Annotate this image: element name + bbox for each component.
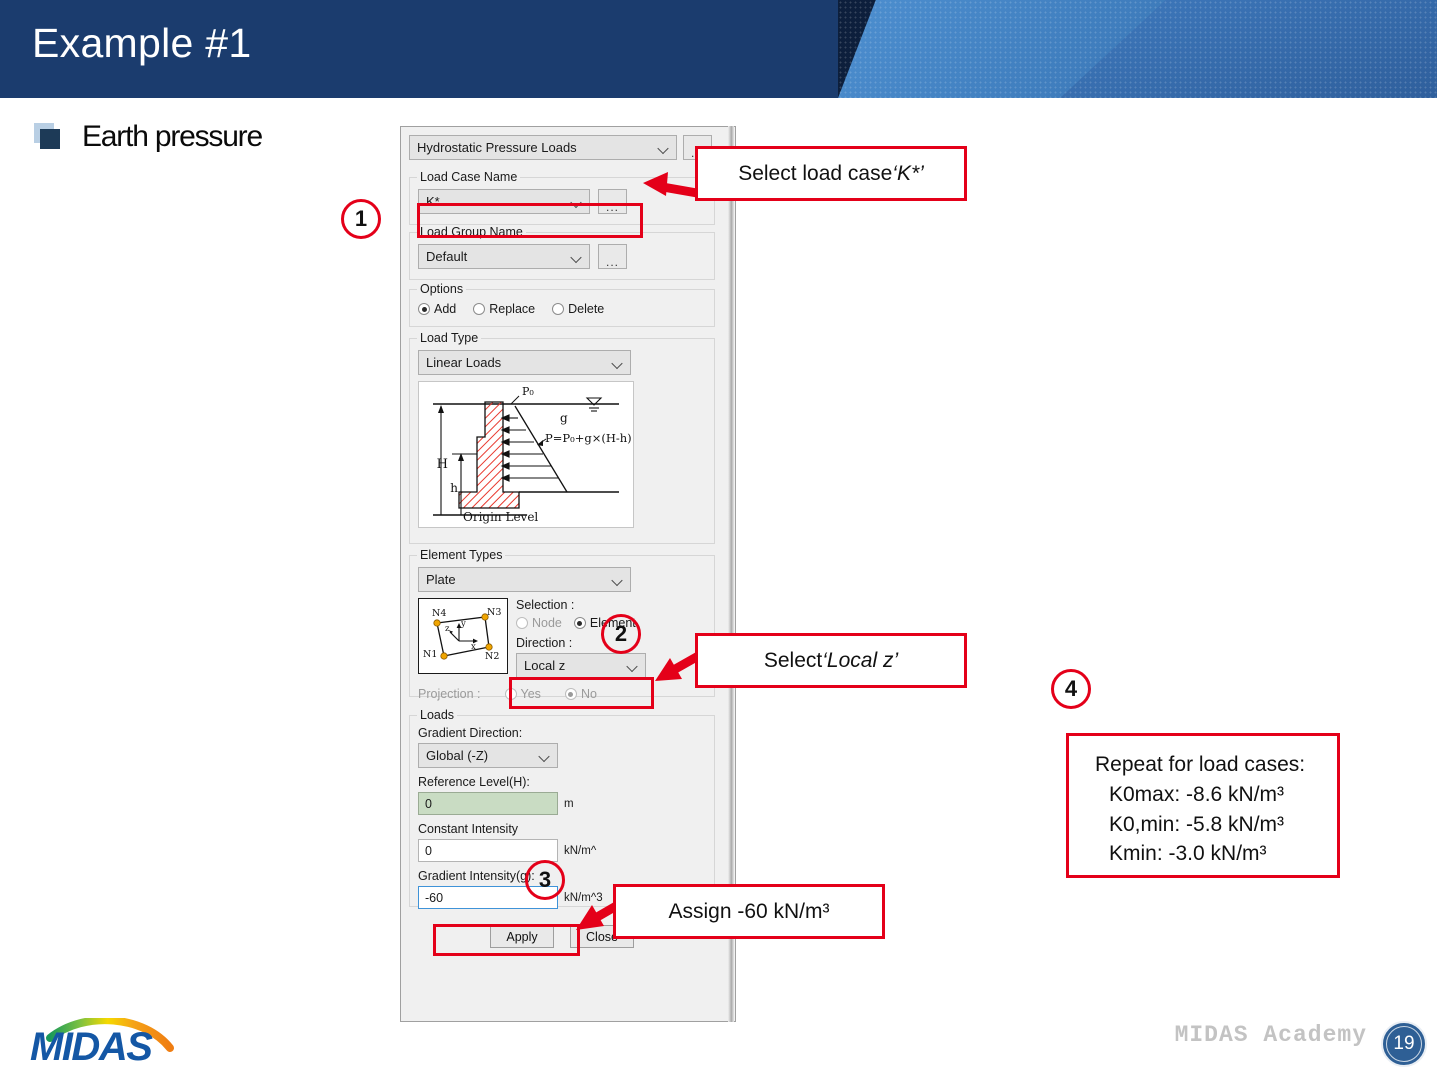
footer-brand: MIDAS Academy <box>1174 1022 1367 1048</box>
svg-text:h: h <box>450 481 458 495</box>
load-category-value: Hydrostatic Pressure Loads <box>417 140 577 155</box>
callout-2-text: Select <box>763 648 823 672</box>
midas-logo-text: MIDAS <box>30 1025 153 1066</box>
callout-2-emphasis: ‘Local z’ <box>822 648 899 672</box>
selection-label: Selection : <box>516 598 575 612</box>
load-type-legend: Load Type <box>417 331 482 345</box>
highlight-load-case-field <box>417 203 643 238</box>
callout-4-line-2: K0max: -8.6 kN/m³ <box>1109 782 1285 806</box>
svg-text:N4: N4 <box>432 608 446 619</box>
callout-select-local-z: Select ‘Local z’ <box>695 633 967 688</box>
chevron-down-icon <box>572 252 581 261</box>
direction-combo[interactable]: Local z <box>516 653 646 678</box>
highlight-direction-field <box>509 677 654 709</box>
option-replace-radio[interactable]: Replace <box>473 302 535 316</box>
gradient-intensity-unit: kN/m^3 <box>564 891 603 904</box>
load-group-browse-button[interactable]: ... <box>598 244 627 269</box>
load-group-name-group: Load Group Name Default ... <box>409 225 715 280</box>
callout-3-text: Assign -60 kN/m³ <box>668 899 830 923</box>
reference-level-input[interactable]: 0 <box>418 792 558 815</box>
banner-dot-pattern <box>838 0 1437 98</box>
radio-icon <box>573 617 586 629</box>
loads-legend: Loads <box>417 708 458 722</box>
callout-4-line-3: K0,min: -5.8 kN/m³ <box>1109 812 1285 836</box>
element-type-combo[interactable]: Plate <box>418 567 631 592</box>
option-replace-label: Replace <box>489 302 536 316</box>
selection-node-label: Node <box>532 616 562 630</box>
step-marker-3: 3 <box>525 860 565 900</box>
projection-label: Projection : <box>418 687 481 701</box>
step-marker-1: 1 <box>341 199 381 239</box>
load-type-value: Linear Loads <box>426 355 502 370</box>
option-delete-label: Delete <box>568 302 605 316</box>
callout-1-text: Select load case <box>738 161 893 185</box>
load-group-name-combo[interactable]: Default <box>418 244 590 269</box>
gradient-direction-combo[interactable]: Global (-Z) <box>418 743 558 768</box>
svg-text:H: H <box>437 457 448 472</box>
element-types-group: Element Types Plate N4 N3 N2 N1 z y x Se… <box>409 548 715 701</box>
svg-text:P₀: P₀ <box>522 385 534 398</box>
reference-level-unit: m <box>564 797 574 810</box>
page-title: Example #1 <box>32 20 252 66</box>
load-case-name-legend: Load Case Name <box>417 170 521 184</box>
constant-intensity-label: Constant Intensity <box>418 822 519 836</box>
svg-text:y: y <box>460 619 466 629</box>
highlight-gradient-intensity-field <box>433 924 580 956</box>
page-number: 19 <box>1393 1033 1415 1054</box>
quad-element-icon: N4 N3 N2 N1 z y x <box>418 598 508 674</box>
chevron-down-icon <box>613 575 622 584</box>
selection-node-radio[interactable]: Node <box>516 616 562 630</box>
option-delete-radio[interactable]: Delete <box>552 302 604 316</box>
bullet-heading: Earth pressure <box>34 120 263 154</box>
svg-text:N1: N1 <box>423 649 437 660</box>
option-add-radio[interactable]: Add <box>418 302 456 316</box>
slide-header-banner: Example #1 <box>0 0 1437 98</box>
load-group-name-value: Default <box>426 249 468 264</box>
constant-intensity-unit: kN/m^ <box>564 844 597 857</box>
svg-text:x: x <box>471 642 476 652</box>
direction-value: Local z <box>524 658 566 673</box>
load-type-selector-row: Hydrostatic Pressure Loads ... <box>409 135 715 160</box>
svg-text:z: z <box>445 624 450 634</box>
callout-4-line-4: Kmin: -3.0 kN/m³ <box>1109 842 1267 866</box>
options-legend: Options <box>417 282 467 296</box>
page-number-badge: 19 <box>1381 1021 1427 1067</box>
radio-icon <box>418 303 430 315</box>
svg-text:P=P₀+g×(H-h): P=P₀+g×(H-h) <box>545 431 632 445</box>
callout-select-load-case: Select load case ‘K*’ <box>695 146 967 201</box>
square-bullet-icon <box>34 123 62 151</box>
reference-level-label: Reference Level(H): <box>418 775 530 789</box>
load-category-combo[interactable]: Hydrostatic Pressure Loads <box>409 135 677 160</box>
load-type-group: Load Type Linear Loads H h P₀ g P=P₀+g×(… <box>409 331 715 544</box>
bullet-label: Earth pressure <box>82 120 263 153</box>
option-add-label: Add <box>434 302 457 316</box>
step-marker-4: 4 <box>1051 669 1091 709</box>
radio-icon <box>552 303 565 315</box>
svg-text:g: g <box>560 411 568 425</box>
svg-text:N3: N3 <box>487 607 501 618</box>
callout-4-line-1: Repeat for load cases: <box>1095 753 1306 776</box>
element-type-value: Plate <box>426 572 456 587</box>
svg-text:Origin Level: Origin Level <box>463 510 538 524</box>
gradient-direction-value: Global (-Z) <box>426 748 489 763</box>
gradient-direction-label: Gradient Direction: <box>418 726 523 740</box>
linear-load-diagram: H h P₀ g P=P₀+g×(H-h) Origin Level <box>418 381 634 528</box>
radio-icon <box>473 303 486 315</box>
step-marker-2: 2 <box>601 614 641 654</box>
load-type-combo[interactable]: Linear Loads <box>418 350 631 375</box>
svg-text:N2: N2 <box>485 651 499 662</box>
options-group: Options Add Replace Delete <box>409 282 715 327</box>
element-types-legend: Element Types <box>417 548 506 562</box>
midas-logo: MIDAS <box>30 1018 195 1066</box>
callout-assign-gradient: Assign -60 kN/m³ <box>613 884 885 939</box>
constant-intensity-input[interactable]: 0 <box>418 839 558 862</box>
radio-icon <box>516 617 528 629</box>
callout-1-emphasis: ‘K*’ <box>892 161 924 185</box>
chevron-down-icon <box>659 143 668 152</box>
callout-repeat-load-cases: Repeat for load cases: K0max: -8.6 kN/m³… <box>1066 733 1340 878</box>
chevron-down-icon <box>540 751 549 760</box>
chevron-down-icon <box>613 358 622 367</box>
chevron-down-icon <box>628 661 637 670</box>
